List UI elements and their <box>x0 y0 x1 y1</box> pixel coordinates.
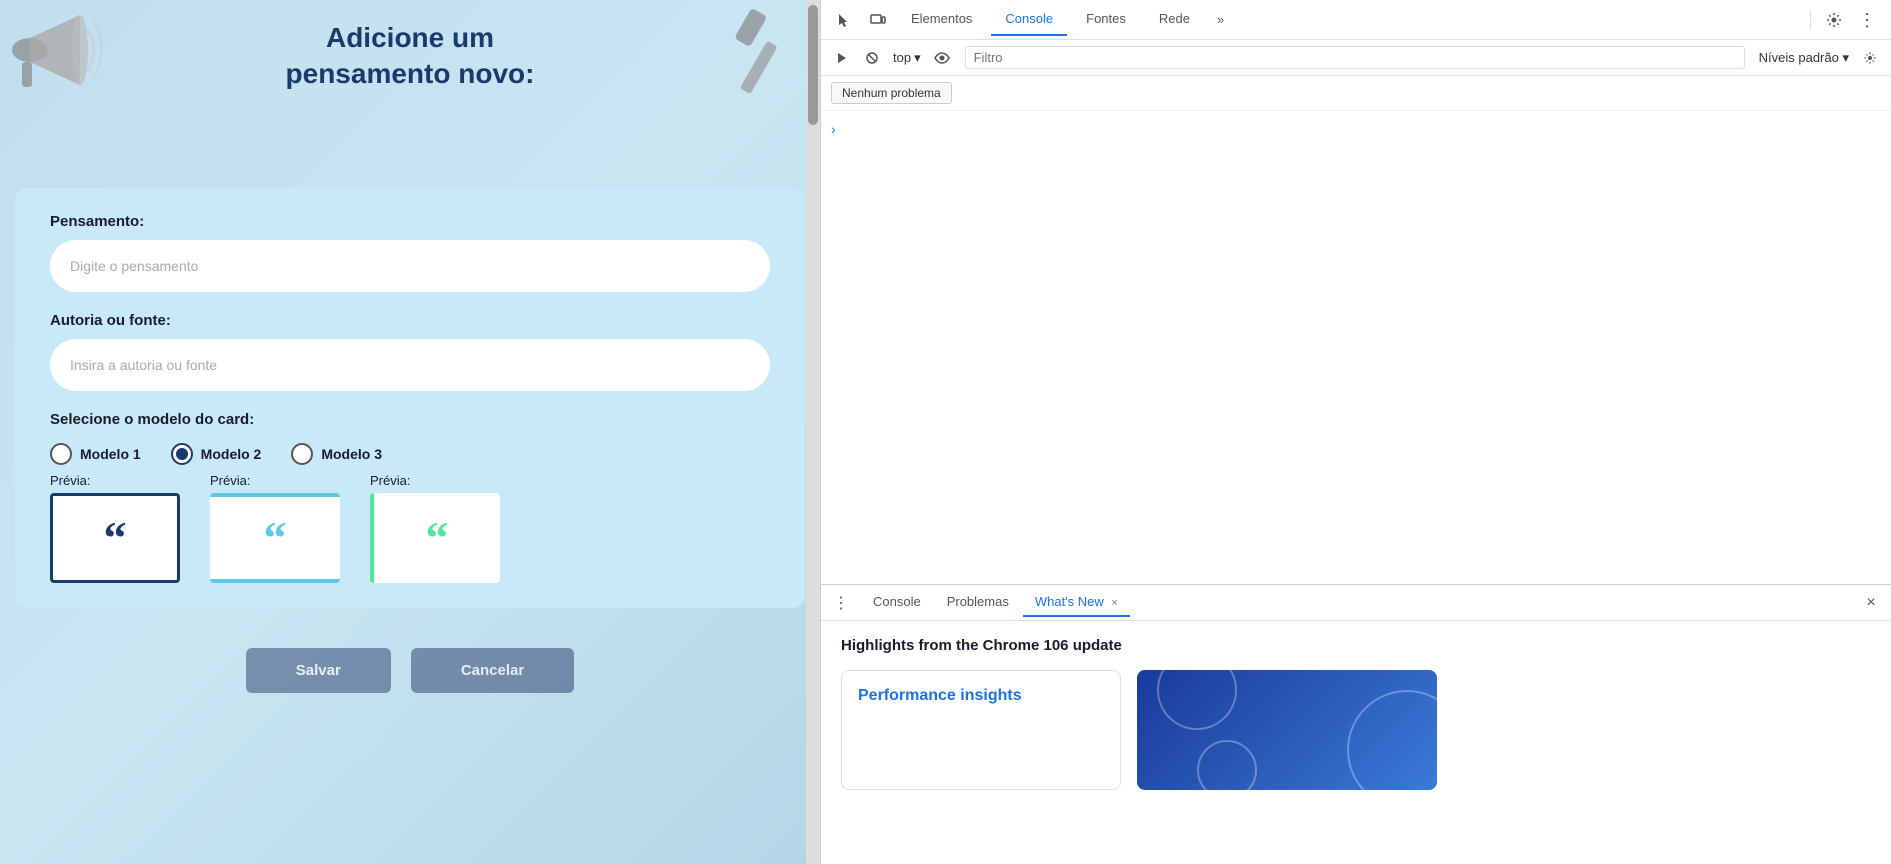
whats-new-content: Highlights from the Chrome 106 update Pe… <box>821 621 1891 864</box>
toolbar-settings-btn[interactable] <box>1857 45 1883 71</box>
megaphone-icon <box>0 0 120 100</box>
tab-console[interactable]: Console <box>991 3 1067 36</box>
whats-new-heading: Highlights from the Chrome 106 update <box>841 637 1871 654</box>
second-card[interactable] <box>1137 670 1437 790</box>
ban-btn[interactable] <box>859 45 885 71</box>
levels-select[interactable]: Níveis padrão ▾ <box>1755 48 1853 68</box>
card-circle-1 <box>1157 670 1237 730</box>
bottom-tabs-bar: ⋮ Console Problemas What's New × × <box>821 585 1891 621</box>
quote-icon-2: “ <box>264 511 287 564</box>
quote-icon-3: “ <box>426 511 449 564</box>
bottom-tab-whats-new[interactable]: What's New × <box>1023 588 1130 617</box>
no-problem-bar: Nenhum problema <box>821 76 1891 111</box>
previews-row: Prévia: “ Prévia: “ Prévia: “ <box>50 473 770 583</box>
model3-option[interactable]: Modelo 3 <box>291 443 382 465</box>
performance-insights-card[interactable]: Performance insights <box>841 670 1121 790</box>
preview2-label: Prévia: <box>210 473 340 488</box>
console-area: Nenhum problema › <box>821 76 1891 584</box>
devtools-panel: Elementos Console Fontes Rede » ⋮ <box>820 0 1891 864</box>
thought-input[interactable] <box>50 240 770 292</box>
model2-radio[interactable] <box>171 443 193 465</box>
card-circle-2 <box>1347 690 1437 790</box>
author-group: Autoria ou fonte: <box>50 312 770 391</box>
hammer-icon <box>700 0 820 100</box>
devtools-toolbar: top ▾ Níveis padrão ▾ <box>821 40 1891 76</box>
more-options-btn[interactable]: ⋮ <box>1853 6 1881 34</box>
device-toggle-btn[interactable] <box>864 6 892 34</box>
preview1-group: Prévia: “ <box>50 473 180 583</box>
top-context-select[interactable]: top ▾ <box>889 48 925 68</box>
bottom-menu-btn[interactable]: ⋮ <box>829 591 853 615</box>
model-selection: Selecione o modelo do card: Modelo 1 Mod… <box>50 411 770 583</box>
card-circle-3 <box>1197 740 1257 790</box>
console-output: › <box>821 111 1891 584</box>
devtools-header: Elementos Console Fontes Rede » ⋮ <box>821 0 1891 40</box>
performance-insights-label: Performance insights <box>858 687 1022 704</box>
tab-rede[interactable]: Rede <box>1145 3 1204 36</box>
author-input[interactable] <box>50 339 770 391</box>
models-row: Modelo 1 Modelo 2 Modelo 3 <box>50 443 770 465</box>
preview3-label: Prévia: <box>370 473 500 488</box>
model3-radio[interactable] <box>291 443 313 465</box>
preview-card-1: “ <box>50 493 180 583</box>
bottom-tab-problemas[interactable]: Problemas <box>935 588 1021 617</box>
bottom-panel-close-btn[interactable]: × <box>1859 591 1883 615</box>
preview-card-3: “ <box>370 493 500 583</box>
levels-chevron-icon: ▾ <box>1842 50 1849 65</box>
model1-radio[interactable] <box>50 443 72 465</box>
bottom-tab-console[interactable]: Console <box>861 588 933 617</box>
preview1-label: Prévia: <box>50 473 180 488</box>
quote-icon-1: “ <box>104 511 127 564</box>
model3-label: Modelo 3 <box>321 446 382 462</box>
page-title: Adicione um pensamento novo: <box>266 20 555 93</box>
whats-new-cards: Performance insights <box>841 670 1871 790</box>
console-arrow-btn[interactable]: › <box>831 121 836 137</box>
preview2-group: Prévia: “ <box>210 473 340 583</box>
tab-fontes[interactable]: Fontes <box>1072 3 1140 36</box>
model2-label: Modelo 2 <box>201 446 262 462</box>
model1-option[interactable]: Modelo 1 <box>50 443 141 465</box>
tab-elementos[interactable]: Elementos <box>897 3 986 36</box>
model-section-label: Selecione o modelo do card: <box>50 411 770 428</box>
author-label: Autoria ou fonte: <box>50 312 770 329</box>
thought-label: Pensamento: <box>50 213 770 230</box>
title-line1: Adicione um <box>326 22 494 53</box>
run-btn[interactable] <box>829 45 855 71</box>
model1-label: Modelo 1 <box>80 446 141 462</box>
eye-btn[interactable] <box>929 45 955 71</box>
thought-group: Pensamento: <box>50 213 770 292</box>
bottom-panel: ⋮ Console Problemas What's New × × Highl… <box>821 584 1891 864</box>
cursor-icon-btn[interactable] <box>831 6 859 34</box>
page-scrollbar[interactable] <box>806 0 820 864</box>
more-tabs-btn[interactable]: » <box>1209 12 1232 27</box>
no-problem-btn[interactable]: Nenhum problema <box>831 82 952 104</box>
settings-icon-btn[interactable] <box>1820 6 1848 34</box>
filter-input[interactable] <box>965 46 1745 69</box>
whats-new-tab-close-btn[interactable]: × <box>1111 597 1117 609</box>
model2-option[interactable]: Modelo 2 <box>171 443 262 465</box>
web-page-panel: Adicione um pensamento novo: Pensamento:… <box>0 0 820 864</box>
preview3-group: Prévia: “ <box>370 473 500 583</box>
title-line2: pensamento novo: <box>286 58 535 89</box>
chevron-down-icon: ▾ <box>914 50 921 66</box>
add-thought-form: Pensamento: Autoria ou fonte: Selecione … <box>15 188 805 608</box>
preview-card-2: “ <box>210 493 340 583</box>
